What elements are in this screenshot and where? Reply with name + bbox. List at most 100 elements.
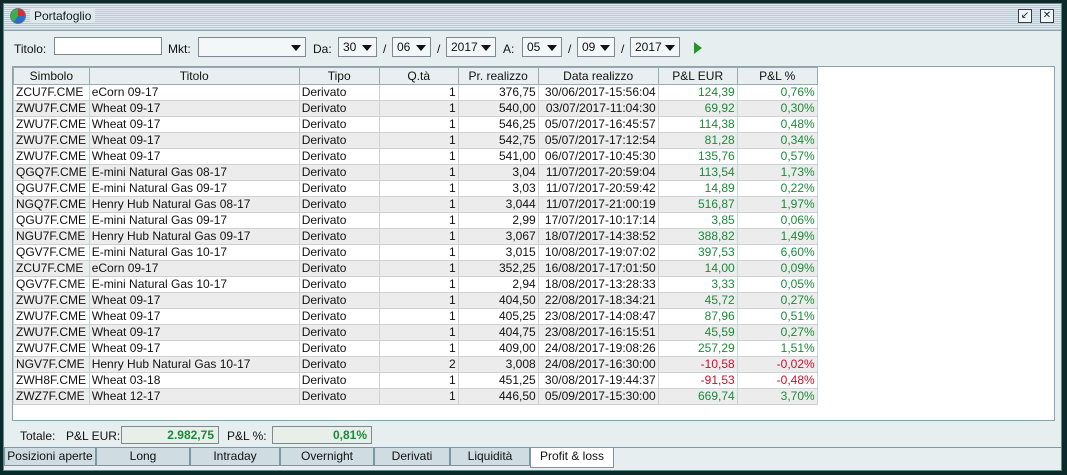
cell-simbolo: ZCU7F.CME <box>13 260 90 277</box>
column-header[interactable]: Simbolo <box>13 67 90 85</box>
cell-qta: 1 <box>378 244 459 261</box>
cell-data: 18/07/2017-14:38:52 <box>537 228 659 245</box>
restore-icon[interactable]: ↙ <box>1018 9 1032 23</box>
cell-tipo: Derivato <box>298 244 380 261</box>
table-row[interactable]: ZCU7F.CME eCorn 09-17 Derivato 1 376,75 30/06… <box>13 84 818 101</box>
cell-tipo: Derivato <box>298 164 380 181</box>
table-row[interactable]: ZWH8F.CME Wheat 03-18 Derivato 1 451,25 30/08… <box>13 372 818 389</box>
table-row[interactable]: QGV7F.CME E-mini Natural Gas 10-17 Derivat… <box>13 276 818 293</box>
tab-overnight[interactable]: Overnight <box>280 448 374 466</box>
table-row[interactable]: ZWU7F.CME Wheat 09-17 Derivato 1 404,50 22/08… <box>13 292 818 309</box>
tab-posizioni-aperte[interactable]: Posizioni aperte <box>4 448 96 466</box>
cell-pl-pct: 0,48% <box>736 116 818 133</box>
cell-prezzo: 540,00 <box>457 100 539 117</box>
cell-prezzo: 2,99 <box>457 212 539 229</box>
pl-eur-total: 2.982,75 <box>121 426 219 444</box>
cell-pl-eur: 45,59 <box>657 324 738 341</box>
table-body: ZCU7F.CME eCorn 09-17 Derivato 1 376,75 30/06… <box>13 84 818 405</box>
table-row[interactable]: ZWU7F.CME Wheat 09-17 Derivato 1 546,25 05/07… <box>13 116 818 133</box>
cell-titolo: E-mini Natural Gas 10-17 <box>88 244 300 261</box>
cell-data: 05/07/2017-17:12:54 <box>537 132 659 149</box>
totals-bar: Totale: P&L EUR: 2.982,75 P&L %: 0,81% <box>4 422 1061 448</box>
cell-simbolo: ZWU7F.CME <box>13 324 90 341</box>
a-year-value: 2017 <box>635 40 662 54</box>
cell-qta: 1 <box>378 372 459 389</box>
column-header[interactable]: P&L EUR <box>657 67 738 85</box>
cell-qta: 1 <box>378 132 459 149</box>
table-row[interactable]: ZWU7F.CME Wheat 09-17 Derivato 1 541,00 06/07… <box>13 148 818 165</box>
column-header[interactable]: P&L % <box>736 67 818 85</box>
cell-prezzo: 2,94 <box>457 276 539 293</box>
a-year-select[interactable]: 2017 <box>630 37 680 57</box>
tab-profit-loss[interactable]: Profit & loss <box>530 448 614 468</box>
title-bar[interactable]: Portafoglio ↙ ✕ <box>4 4 1061 31</box>
cell-simbolo: NGU7F.CME <box>13 228 90 245</box>
cell-titolo: Wheat 09-17 <box>88 116 300 133</box>
play-icon[interactable] <box>694 42 702 54</box>
column-header[interactable]: Pr. realizzo <box>457 67 539 85</box>
cell-qta: 1 <box>378 180 459 197</box>
cell-titolo: E-mini Natural Gas 09-17 <box>88 180 300 197</box>
cell-tipo: Derivato <box>298 276 380 293</box>
cell-titolo: Wheat 09-17 <box>88 132 300 149</box>
da-day-select[interactable]: 30 <box>338 37 377 57</box>
tab-derivati[interactable]: Derivati <box>374 448 450 466</box>
date-separator: / <box>437 42 441 56</box>
a-day-select[interactable]: 05 <box>522 37 562 57</box>
tab-long[interactable]: Long <box>96 448 190 466</box>
da-year-select[interactable]: 2017 <box>446 37 496 57</box>
cell-pl-pct: 0,57% <box>736 148 818 165</box>
cell-pl-pct: 1,97% <box>736 196 818 213</box>
cell-simbolo: ZCU7F.CME <box>13 84 90 101</box>
table-row[interactable]: NGV7F.CME Henry Hub Natural Gas 10-17 Deri… <box>13 356 818 373</box>
table-row[interactable]: ZWU7F.CME Wheat 09-17 Derivato 1 405,25 23/08… <box>13 308 818 325</box>
tab-liquidit[interactable]: Liquidità <box>450 448 530 466</box>
table-row[interactable]: ZWU7F.CME Wheat 09-17 Derivato 1 540,00 03/07… <box>13 100 818 117</box>
a-label: A: <box>503 42 515 56</box>
chevron-down-icon <box>416 45 426 51</box>
table-row[interactable]: ZWU7F.CME Wheat 09-17 Derivato 1 404,75 23/08… <box>13 324 818 341</box>
cell-qta: 1 <box>378 260 459 277</box>
cell-qta: 1 <box>378 84 459 101</box>
cell-prezzo: 451,25 <box>457 372 539 389</box>
cell-tipo: Derivato <box>298 292 380 309</box>
close-icon[interactable]: ✕ <box>1040 9 1054 23</box>
cell-pl-eur: 257,29 <box>657 340 738 357</box>
cell-pl-eur: 388,82 <box>657 228 738 245</box>
column-header[interactable]: Data realizzo <box>537 67 659 85</box>
cell-pl-pct: -0,02% <box>736 356 818 373</box>
cell-tipo: Derivato <box>298 388 380 405</box>
table-row[interactable]: ZWZ7F.CME Wheat 12-17 Derivato 1 446,50 05/09… <box>13 388 818 405</box>
tab-intraday[interactable]: Intraday <box>190 448 280 466</box>
mkt-label: Mkt: <box>168 42 191 56</box>
mkt-select[interactable] <box>198 37 306 57</box>
cell-prezzo: 446,50 <box>457 388 539 405</box>
cell-titolo: eCorn 09-17 <box>88 84 300 101</box>
table-row[interactable]: ZWU7F.CME Wheat 09-17 Derivato 1 409,00 24/08… <box>13 340 818 357</box>
cell-tipo: Derivato <box>298 212 380 229</box>
a-month-select[interactable]: 09 <box>577 37 615 57</box>
cell-titolo: Henry Hub Natural Gas 10-17 <box>88 356 300 373</box>
table-row[interactable]: ZWU7F.CME Wheat 09-17 Derivato 1 542,75 05/07… <box>13 132 818 149</box>
table-header-row: Simbolo Titolo Tipo Q.tà Pr. realizzo Data re… <box>13 67 818 85</box>
table-row[interactable]: QGV7F.CME E-mini Natural Gas 10-17 Derivat… <box>13 244 818 261</box>
cell-simbolo: ZWU7F.CME <box>13 116 90 133</box>
titolo-input[interactable] <box>54 37 162 55</box>
cell-data: 10/08/2017-19:07:02 <box>537 244 659 261</box>
column-header[interactable]: Q.tà <box>378 67 459 85</box>
table-row[interactable]: NGU7F.CME Henry Hub Natural Gas 09-17 Deri… <box>13 228 818 245</box>
table-row[interactable]: QGU7F.CME E-mini Natural Gas 09-17 Derivat… <box>13 212 818 229</box>
table-row[interactable]: ZCU7F.CME eCorn 09-17 Derivato 1 352,25 16/08… <box>13 260 818 277</box>
cell-tipo: Derivato <box>298 340 380 357</box>
cell-simbolo: ZWH8F.CME <box>13 372 90 389</box>
da-month-select[interactable]: 06 <box>392 37 431 57</box>
cell-qta: 1 <box>378 116 459 133</box>
table-row[interactable]: NGQ7F.CME Henry Hub Natural Gas 08-17 Deri… <box>13 196 818 213</box>
column-header[interactable]: Tipo <box>298 67 380 85</box>
cell-simbolo: QGQ7F.CME <box>13 164 90 181</box>
table-row[interactable]: QGU7F.CME E-mini Natural Gas 09-17 Derivat… <box>13 180 818 197</box>
chevron-down-icon <box>600 45 610 51</box>
column-header[interactable]: Titolo <box>88 67 300 85</box>
table-row[interactable]: QGQ7F.CME E-mini Natural Gas 08-17 Derivat… <box>13 164 818 181</box>
cell-pl-eur: -91,53 <box>657 372 738 389</box>
